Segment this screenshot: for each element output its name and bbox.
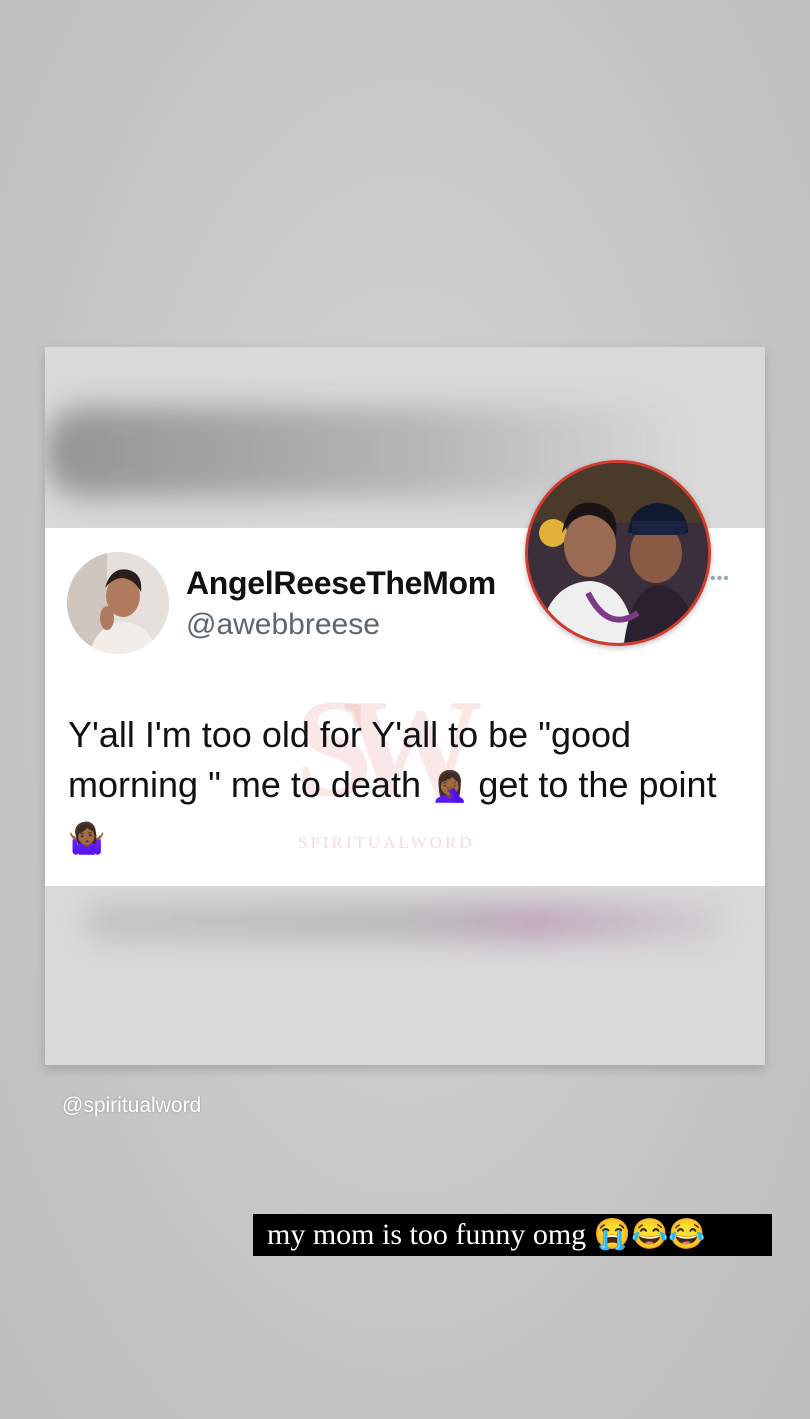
display-name[interactable]: AngelReeseTheMom — [186, 565, 496, 602]
story-caption: my mom is too funny omg 😭😂😂 — [253, 1214, 772, 1256]
more-dots-icon[interactable]: ••• — [710, 570, 730, 588]
tweet-text-part: get to the point — [468, 764, 717, 805]
avatar-portrait-icon — [67, 552, 169, 654]
mention-tag[interactable]: @spiritualword — [62, 1094, 201, 1118]
blurred-footer — [85, 902, 725, 942]
photo-sticker-image-icon — [528, 463, 708, 643]
facepalm-emoji: 🤦🏾‍♀️ — [430, 770, 469, 804]
profile-photo-sticker[interactable] — [525, 460, 711, 646]
user-handle[interactable]: @awebbreese — [186, 608, 380, 642]
shrug-emoji: 🤷🏾‍♀️ — [68, 822, 106, 856]
tweet-avatar[interactable] — [67, 552, 169, 654]
tweet-text: Y'all I'm too old for Y'all to be "good … — [68, 710, 728, 865]
